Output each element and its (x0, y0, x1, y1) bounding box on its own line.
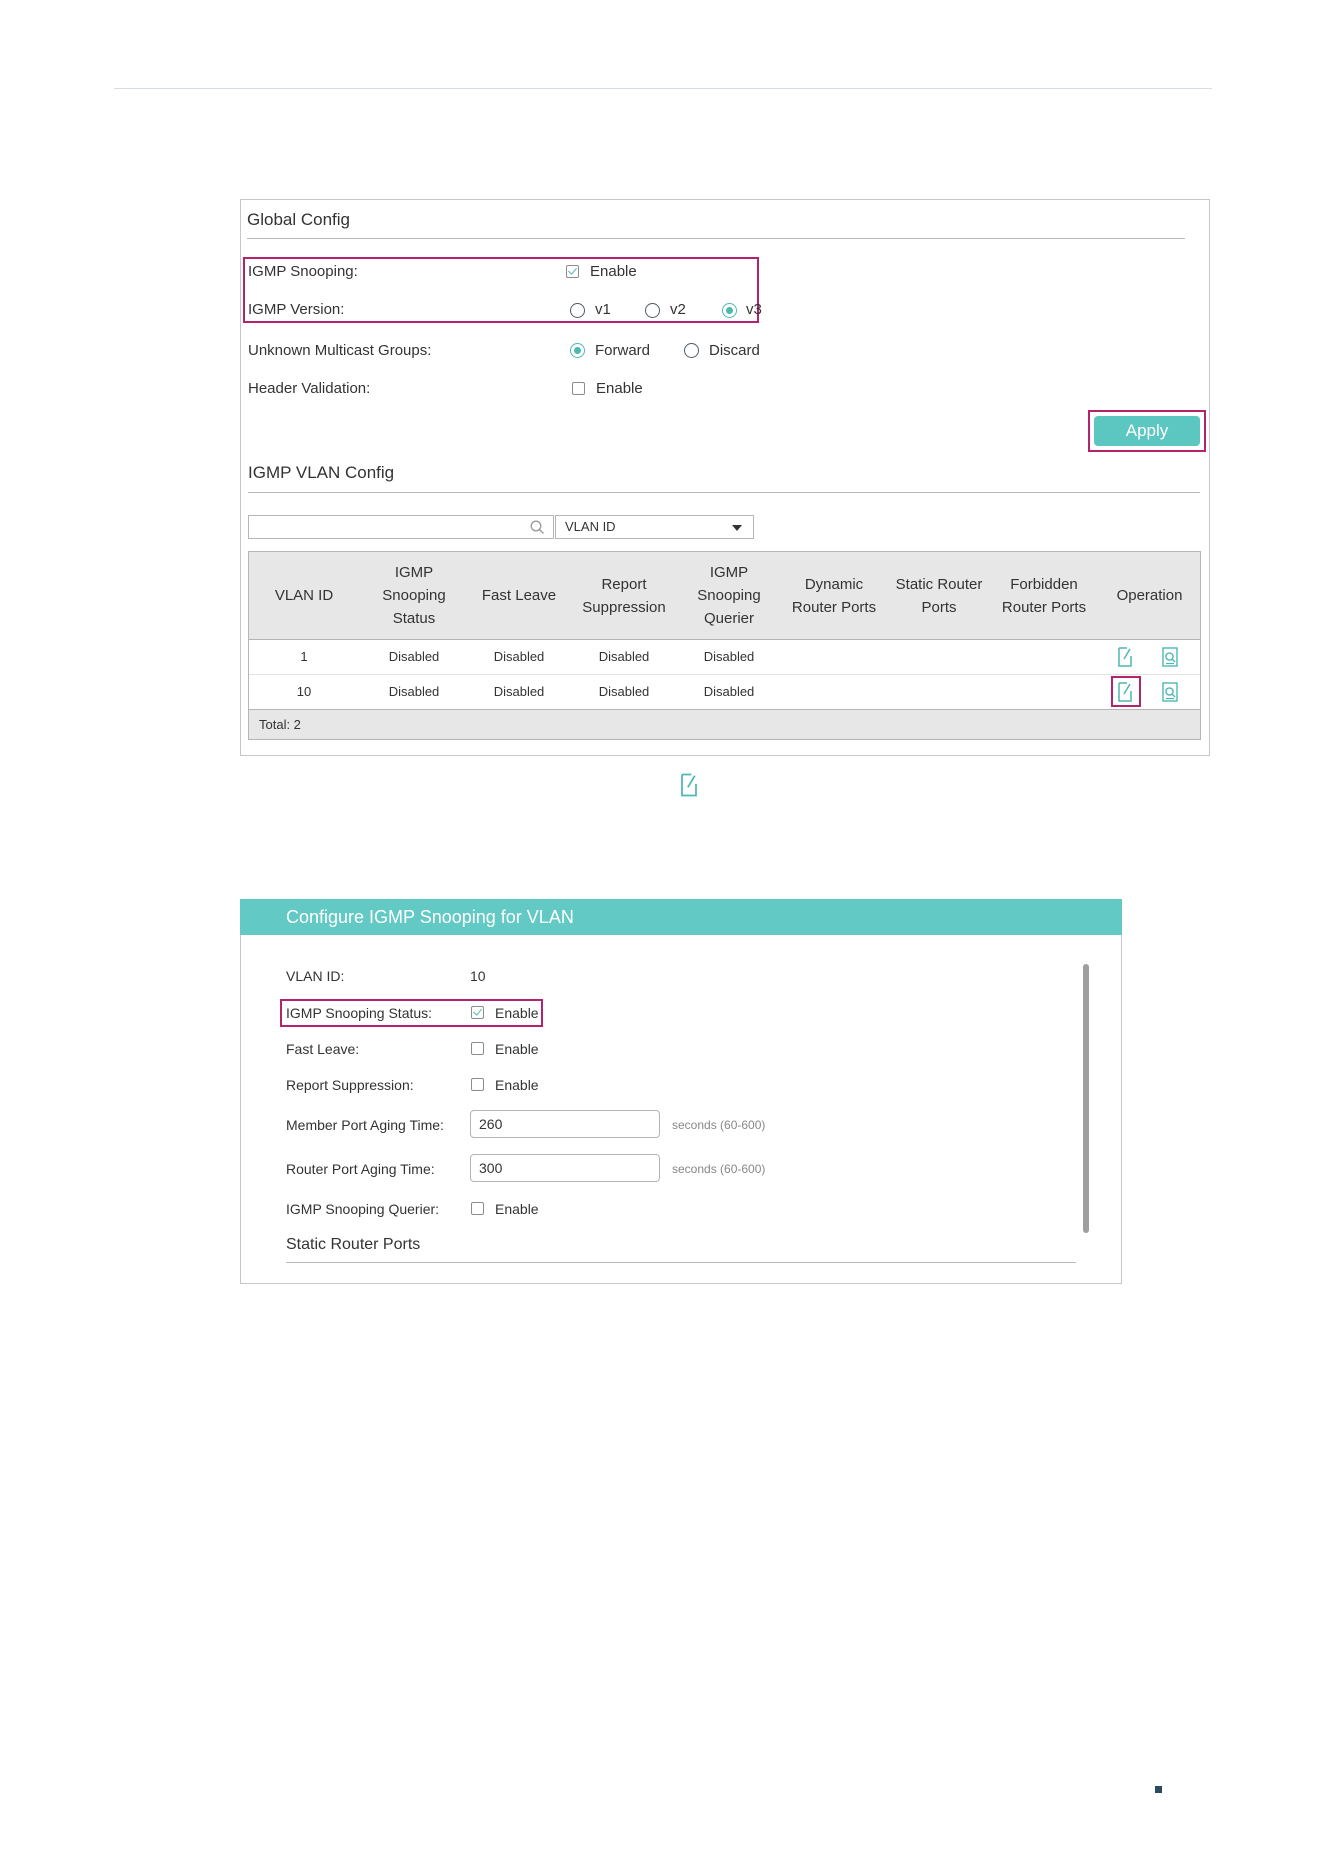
fast-leave-checkbox[interactable] (471, 1042, 484, 1055)
router-aging-hint: seconds (60-600) (672, 1162, 766, 1176)
edit-icon[interactable] (1114, 645, 1136, 669)
static-router-ports-divider (286, 1262, 1076, 1263)
version-v1-radio[interactable] (570, 303, 585, 318)
version-v3-radio[interactable] (722, 303, 737, 318)
snooping-status-label: IGMP Snooping Status: (286, 1005, 433, 1021)
col-operation: Operation (1116, 587, 1183, 604)
apply-button[interactable]: Apply (1094, 416, 1200, 446)
cell-report-suppression: Disabled (598, 684, 650, 699)
member-aging-hint: seconds (60-600) (672, 1118, 766, 1132)
static-router-ports-title: Static Router Ports (286, 1236, 421, 1253)
igmp-snooping-label: IGMP Snooping: (248, 263, 358, 280)
table-row: 1 Disabled Disabled Disabled Disabled (249, 640, 1200, 674)
forward-radio[interactable] (570, 343, 585, 358)
view-detail-icon[interactable] (1159, 645, 1181, 669)
view-detail-icon[interactable] (1159, 680, 1181, 704)
unknown-multicast-label: Unknown Multicast Groups: (248, 342, 432, 359)
vlan-table: VLAN ID IGMP Snooping Status Fast Leave Re… (248, 551, 1201, 740)
chevron-down-icon[interactable] (732, 525, 742, 531)
snooping-status-enable-label: Enable (495, 1005, 539, 1021)
igmp-snooping-enable-label: Enable (590, 263, 637, 280)
col-dynamic-router-ports: Dynamic Router Ports (791, 575, 877, 616)
version-v2-label: v2 (670, 301, 686, 318)
router-aging-input[interactable]: 300 (470, 1154, 660, 1182)
vlan-id-label: VLAN ID: (286, 968, 345, 984)
scrollbar[interactable] (1083, 964, 1089, 1233)
discard-radio[interactable] (684, 343, 699, 358)
member-aging-label: Member Port Aging Time: (286, 1117, 444, 1133)
querier-label: IGMP Snooping Querier: (286, 1201, 440, 1217)
edit-icon (681, 773, 697, 797)
col-snooping-querier: IGMP Snooping Querier (697, 564, 761, 627)
querier-checkbox[interactable] (471, 1202, 484, 1215)
fast-leave-label: Fast Leave: (286, 1041, 360, 1057)
table-header: VLAN ID IGMP Snooping Status Fast Leave Re… (249, 552, 1200, 640)
discard-label: Discard (709, 342, 760, 359)
search-input[interactable] (248, 515, 554, 539)
report-suppression-enable-label: Enable (495, 1077, 539, 1093)
top-divider (114, 88, 1212, 89)
col-snooping-status: IGMP Snooping Status (382, 564, 446, 627)
version-v2-radio[interactable] (645, 303, 660, 318)
header-validation-checkbox[interactable] (572, 382, 585, 395)
filter-select[interactable]: VLAN ID (555, 515, 754, 539)
router-aging-label: Router Port Aging Time: (286, 1161, 435, 1177)
filter-select-value: VLAN ID (565, 519, 616, 534)
forward-label: Forward (595, 342, 651, 359)
report-suppression-checkbox[interactable] (471, 1078, 484, 1091)
cell-report-suppression: Disabled (598, 649, 650, 664)
version-v3-label: v3 (746, 301, 762, 318)
igmp-version-label: IGMP Version: (248, 301, 345, 318)
cell-snooping-status: Disabled (388, 649, 440, 664)
header-validation-enable-label: Enable (596, 380, 643, 397)
table-footer: Total: 2 (249, 709, 1200, 739)
dialog-title: Configure IGMP Snooping for VLAN (240, 899, 1122, 935)
global-config-divider (247, 238, 1185, 239)
cell-vlan-id: 1 (300, 649, 308, 664)
col-vlan-id: VLAN ID (274, 587, 334, 604)
edit-icon[interactable] (1114, 680, 1136, 704)
col-report-suppression: Report Suppression (582, 575, 666, 616)
querier-enable-label: Enable (495, 1201, 539, 1217)
member-aging-input[interactable]: 260 (470, 1110, 660, 1138)
table-row: 10 Disabled Disabled Disabled Disabled (249, 675, 1200, 709)
fast-leave-enable-label: Enable (495, 1041, 539, 1057)
cell-fast-leave: Disabled (493, 649, 545, 664)
vlan-id-value: 10 (470, 968, 486, 984)
igmp-snooping-checkbox[interactable] (566, 265, 579, 278)
col-static-router-ports: Static Router Ports (895, 575, 983, 616)
col-forbidden-router-ports: Forbidden Router Ports (1001, 575, 1087, 616)
page-footer-marker (1155, 1786, 1162, 1793)
col-fast-leave: Fast Leave (481, 587, 557, 604)
cell-querier: Disabled (703, 649, 755, 664)
version-v1-label: v1 (595, 301, 611, 318)
cell-snooping-status: Disabled (388, 684, 440, 699)
cell-vlan-id: 10 (296, 684, 312, 699)
cell-fast-leave: Disabled (493, 684, 545, 699)
header-validation-label: Header Validation: (248, 380, 371, 397)
vlan-config-title: IGMP VLAN Config (248, 463, 395, 482)
report-suppression-label: Report Suppression: (286, 1077, 414, 1093)
search-icon (530, 520, 544, 534)
global-config-title: Global Config (247, 210, 351, 229)
vlan-config-divider (248, 492, 1200, 493)
cell-querier: Disabled (703, 684, 755, 699)
snooping-status-checkbox[interactable] (471, 1006, 484, 1019)
